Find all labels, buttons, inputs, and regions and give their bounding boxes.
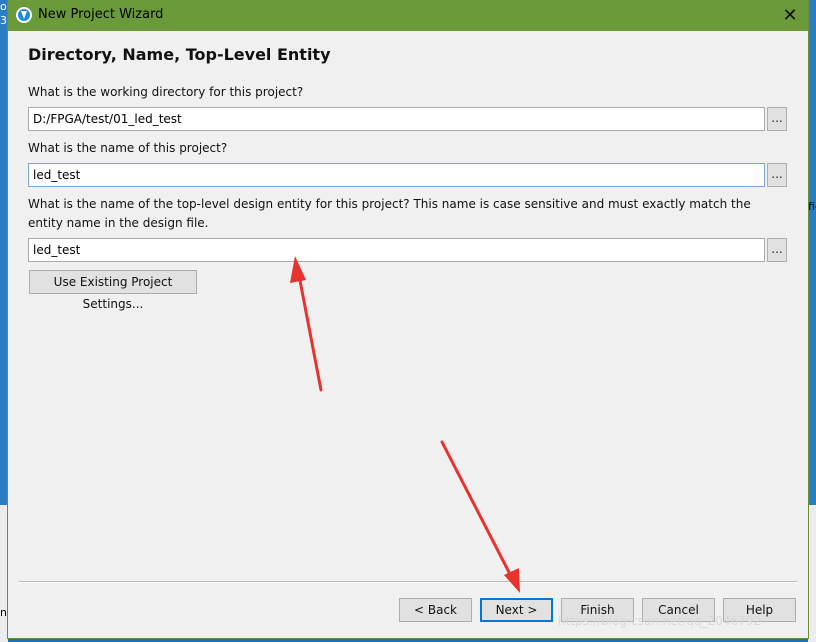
window-title: New Project Wizard [38, 7, 164, 22]
watermark: https://blog.csdn.net/qq_2046792 [558, 614, 762, 628]
project-name-input[interactable]: led_test [28, 163, 765, 187]
background-right-panel [808, 505, 816, 642]
quartus-app-icon [16, 7, 32, 23]
new-project-wizard-dialog: New Project Wizard ✕ Directory, Name, To… [8, 0, 808, 638]
title-bar[interactable]: New Project Wizard ✕ [8, 0, 808, 31]
project-name-label: What is the name of this project? [28, 141, 228, 155]
background-text-fragment: o [0, 0, 7, 13]
use-existing-project-settings-button[interactable]: Use Existing Project Settings... [29, 270, 197, 311]
back-button[interactable]: < Back [399, 598, 472, 622]
directory-input[interactable]: D:/FPGA/test/01_led_test [28, 107, 765, 131]
background-text-fragment: 3 [0, 14, 7, 27]
close-button[interactable]: ✕ [772, 0, 808, 31]
top-entity-browse-button[interactable]: ... [767, 238, 787, 262]
page-title: Directory, Name, Top-Level Entity [28, 45, 331, 64]
background-left-panel [0, 505, 8, 642]
top-entity-input[interactable]: led_test [28, 238, 765, 262]
footer-divider [19, 581, 797, 582]
directory-label: What is the working directory for this p… [28, 85, 304, 99]
project-name-browse-button[interactable]: ... [767, 163, 787, 187]
directory-browse-button[interactable]: ... [767, 107, 787, 131]
next-button[interactable]: Next > [480, 598, 553, 622]
background-text-fragment: fic [808, 200, 816, 213]
top-entity-label: What is the name of the top-level design… [28, 197, 751, 230]
